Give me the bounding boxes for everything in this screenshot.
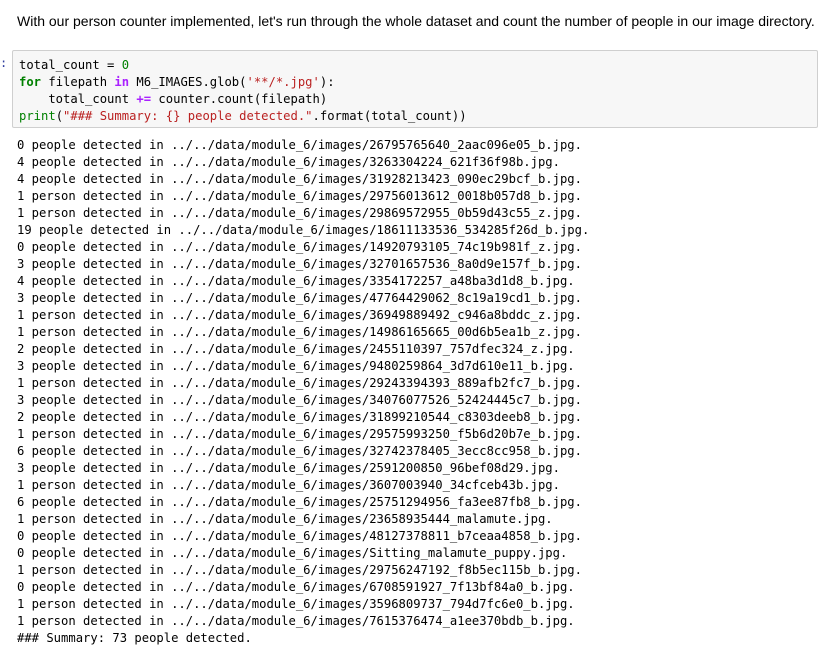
output-line: 1 person detected in ../../data/module_6…: [17, 478, 560, 492]
output-line: 6 people detected in ../../data/module_6…: [17, 444, 582, 458]
output-line: 1 person detected in ../../data/module_6…: [17, 189, 582, 203]
output-line: 0 people detected in ../../data/module_6…: [17, 240, 582, 254]
output-line: 3 people detected in ../../data/module_6…: [17, 461, 560, 475]
code-editor[interactable]: total_count = 0 for filepath in M6_IMAGES…: [19, 57, 467, 125]
output-line: 19 people detected in ../../data/module_…: [17, 223, 590, 237]
cell-output-area: 0 people detected in ../../data/module_6…: [17, 137, 589, 647]
output-line: 1 person detected in ../../data/module_6…: [17, 427, 582, 441]
cell-prompt-marker: :: [0, 56, 8, 70]
output-line: 3 people detected in ../../data/module_6…: [17, 291, 582, 305]
code-cell-input[interactable]: total_count = 0 for filepath in M6_IMAGES…: [12, 50, 818, 128]
output-line: 1 person detected in ../../data/module_6…: [17, 597, 575, 611]
code-line-2: for filepath in M6_IMAGES.glob('**/*.jpg…: [19, 75, 335, 89]
code-line-3: total_count += counter.count(filepath): [19, 92, 328, 106]
output-line: 3 people detected in ../../data/module_6…: [17, 359, 575, 373]
output-line: 1 person detected in ../../data/module_6…: [17, 206, 582, 220]
output-line: 0 people detected in ../../data/module_6…: [17, 529, 582, 543]
output-line: 2 people detected in ../../data/module_6…: [17, 410, 582, 424]
output-line: 3 people detected in ../../data/module_6…: [17, 257, 582, 271]
markdown-paragraph: With our person counter implemented, let…: [17, 13, 815, 29]
output-line: 6 people detected in ../../data/module_6…: [17, 495, 582, 509]
output-line: 1 person detected in ../../data/module_6…: [17, 563, 582, 577]
output-line: 4 people detected in ../../data/module_6…: [17, 172, 582, 186]
output-line: 0 people detected in ../../data/module_6…: [17, 580, 575, 594]
output-line: 3 people detected in ../../data/module_6…: [17, 393, 582, 407]
code-line-4: print("### Summary: {} people detected."…: [19, 109, 467, 123]
output-line: 1 person detected in ../../data/module_6…: [17, 325, 582, 339]
output-line: 1 person detected in ../../data/module_6…: [17, 376, 582, 390]
output-line: 0 people detected in ../../data/module_6…: [17, 546, 568, 560]
output-line: 2 people detected in ../../data/module_6…: [17, 342, 575, 356]
output-line: 1 person detected in ../../data/module_6…: [17, 512, 553, 526]
output-line: 1 person detected in ../../data/module_6…: [17, 308, 582, 322]
output-line: 1 person detected in ../../data/module_6…: [17, 614, 575, 628]
output-line: 4 people detected in ../../data/module_6…: [17, 155, 560, 169]
code-line-1: total_count = 0: [19, 58, 130, 72]
output-line: 4 people detected in ../../data/module_6…: [17, 274, 575, 288]
output-line: ### Summary: 73 people detected.: [17, 631, 252, 645]
output-line: 0 people detected in ../../data/module_6…: [17, 138, 582, 152]
